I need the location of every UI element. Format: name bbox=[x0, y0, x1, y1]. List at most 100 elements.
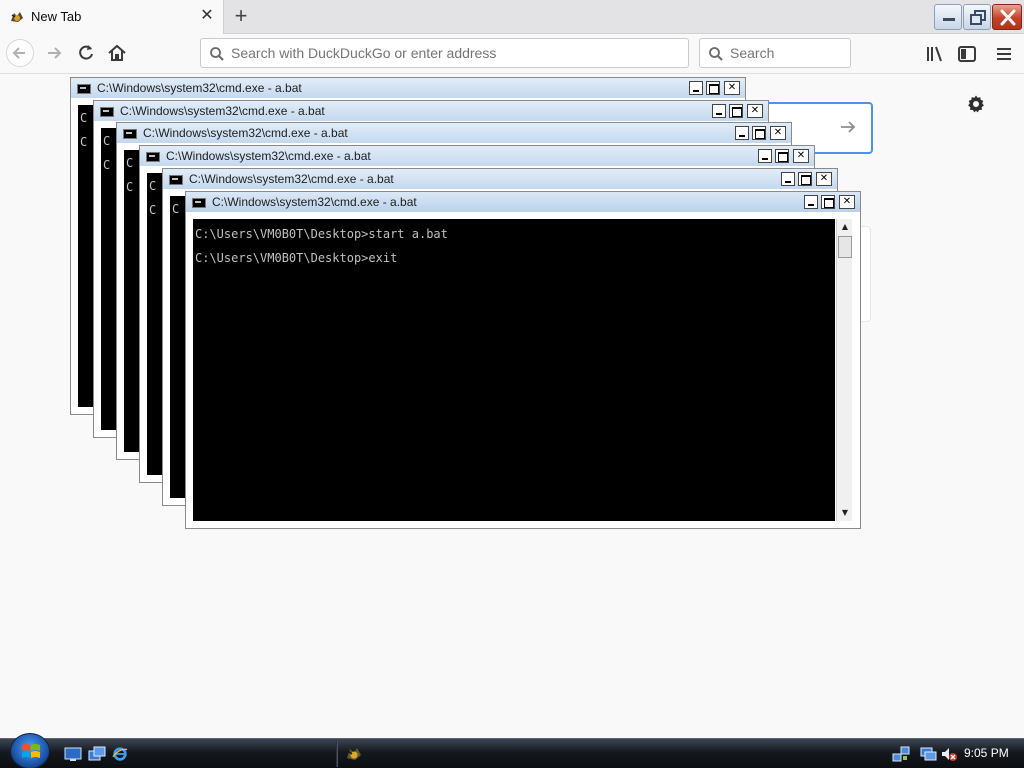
cmd-window-title: C:\Windows\system32\cmd.exe - a.bat bbox=[189, 172, 394, 186]
restore-icon bbox=[970, 10, 986, 25]
console-icon bbox=[146, 152, 160, 162]
console-line: C bbox=[126, 156, 134, 170]
system-clock[interactable]: 9:05 PM bbox=[964, 746, 1009, 760]
cmd-titlebar[interactable]: C:\Windows\system32\cmd.exe - a.bat ✕ bbox=[140, 146, 814, 166]
console-icon bbox=[100, 107, 114, 117]
console-line: C bbox=[80, 135, 88, 149]
close-icon bbox=[1000, 9, 1016, 26]
console-line: C bbox=[103, 134, 111, 148]
firefox-icon[interactable] bbox=[344, 744, 364, 764]
switch-windows-icon[interactable] bbox=[88, 746, 106, 762]
close-button[interactable]: ✕ bbox=[839, 195, 855, 209]
scroll-thumb[interactable] bbox=[838, 236, 852, 258]
arrow-left-icon bbox=[12, 47, 25, 59]
forward-button[interactable] bbox=[40, 39, 68, 67]
search-input[interactable] bbox=[730, 39, 845, 67]
cmd-titlebar[interactable]: C:\Windows\system32\cmd.exe - a.bat ✕ bbox=[163, 169, 837, 189]
window-minimize-button[interactable] bbox=[934, 4, 962, 30]
new-tab-button[interactable]: + bbox=[229, 4, 253, 28]
console-line: C:\Users\VM0B0T\Desktop>start a.bat bbox=[195, 227, 448, 241]
minimize-button[interactable] bbox=[781, 172, 795, 186]
sidebar-icon bbox=[958, 46, 976, 62]
reload-button[interactable] bbox=[72, 39, 100, 67]
tab-strip: New Tab ✕ + bbox=[0, 0, 1024, 34]
console-icon bbox=[192, 198, 206, 208]
sidebar-button[interactable] bbox=[956, 43, 978, 65]
reload-icon bbox=[79, 45, 93, 60]
maximize-button[interactable] bbox=[798, 172, 812, 186]
arrow-right-icon[interactable] bbox=[838, 117, 858, 137]
home-icon bbox=[108, 44, 126, 61]
taskbar-divider bbox=[336, 741, 338, 767]
maximize-button[interactable] bbox=[706, 81, 720, 95]
minimize-button[interactable] bbox=[712, 104, 726, 118]
scroll-down-arrow-icon[interactable]: ▼ bbox=[837, 505, 853, 521]
console-line: C:\Users\VM0B0T\Desktop>exit bbox=[195, 251, 398, 265]
console-scrollbar[interactable]: ▲ ▼ bbox=[836, 219, 852, 521]
console-line: C bbox=[149, 203, 157, 217]
cmd-titlebar[interactable]: C:\Windows\system32\cmd.exe - a.bat ✕ bbox=[94, 101, 768, 121]
maximize-button[interactable] bbox=[752, 126, 766, 140]
library-icon bbox=[927, 46, 942, 62]
console-icon bbox=[123, 129, 137, 139]
back-button[interactable] bbox=[6, 39, 34, 67]
tab-close-button[interactable]: ✕ bbox=[199, 7, 215, 25]
console-line: C bbox=[103, 158, 111, 172]
console-icon bbox=[169, 175, 183, 185]
arrow-right-icon bbox=[48, 47, 62, 59]
cmd-titlebar[interactable]: C:\Windows\system32\cmd.exe - a.bat ✕ bbox=[117, 123, 791, 143]
minimize-icon bbox=[943, 18, 955, 21]
console-line: C bbox=[80, 111, 88, 125]
minimize-button[interactable] bbox=[689, 81, 703, 95]
cmd-titlebar[interactable]: C:\Windows\system32\cmd.exe - a.bat ✕ bbox=[71, 78, 745, 98]
console-line: C bbox=[149, 179, 157, 193]
show-desktop-icon[interactable] bbox=[64, 746, 82, 762]
hamburger-menu-icon bbox=[997, 48, 1011, 60]
network-icon[interactable] bbox=[892, 745, 910, 763]
search-bar[interactable] bbox=[699, 38, 851, 68]
volume-muted-icon[interactable] bbox=[940, 746, 958, 762]
start-button[interactable] bbox=[10, 733, 50, 768]
tab-title: New Tab bbox=[31, 9, 82, 24]
address-input[interactable] bbox=[231, 39, 681, 67]
scroll-up-arrow-icon[interactable]: ▲ bbox=[837, 219, 853, 235]
console-output[interactable]: C:\Users\VM0B0T\Desktop>start a.bat C:\U… bbox=[193, 219, 835, 521]
minimize-button[interactable] bbox=[804, 195, 818, 209]
maximize-button[interactable] bbox=[821, 195, 835, 209]
maximize-button[interactable] bbox=[775, 149, 789, 163]
open-menu-button[interactable] bbox=[993, 43, 1015, 65]
cmd-window-title: C:\Windows\system32\cmd.exe - a.bat bbox=[166, 149, 371, 163]
tab-new-tab[interactable]: New Tab ✕ bbox=[0, 0, 224, 34]
minimize-button[interactable] bbox=[758, 149, 772, 163]
library-button[interactable] bbox=[924, 43, 946, 65]
console-line: C bbox=[172, 202, 180, 216]
close-button[interactable]: ✕ bbox=[793, 149, 809, 163]
internet-explorer-icon[interactable] bbox=[111, 746, 129, 762]
address-bar[interactable] bbox=[200, 38, 689, 68]
search-icon bbox=[709, 47, 723, 61]
close-button[interactable]: ✕ bbox=[770, 126, 786, 140]
taskbar: 9:05 PM bbox=[0, 733, 1024, 768]
home-button[interactable] bbox=[103, 39, 131, 67]
cmd-window-title: C:\Windows\system32\cmd.exe - a.bat bbox=[212, 195, 417, 209]
search-icon bbox=[210, 47, 224, 61]
firefox-favicon-icon bbox=[11, 12, 23, 22]
close-button[interactable]: ✕ bbox=[747, 104, 763, 118]
cmd-window-title: C:\Windows\system32\cmd.exe - a.bat bbox=[120, 104, 325, 118]
close-button[interactable]: ✕ bbox=[724, 81, 740, 95]
window-restore-button[interactable] bbox=[963, 4, 991, 30]
window-close-button[interactable] bbox=[992, 4, 1022, 30]
navigation-toolbar bbox=[0, 34, 1024, 74]
cmd-window-title: C:\Windows\system32\cmd.exe - a.bat bbox=[97, 81, 302, 95]
network-status-icon[interactable] bbox=[920, 746, 938, 762]
windows-start-icon bbox=[22, 744, 40, 758]
maximize-button[interactable] bbox=[729, 104, 743, 118]
cmd-window-title: C:\Windows\system32\cmd.exe - a.bat bbox=[143, 126, 348, 140]
console-icon bbox=[77, 84, 91, 94]
cmd-titlebar[interactable]: C:\Windows\system32\cmd.exe - a.bat ✕ bbox=[186, 192, 860, 212]
cmd-window-active[interactable]: C:\Windows\system32\cmd.exe - a.bat ✕ C:… bbox=[185, 191, 861, 529]
close-button[interactable]: ✕ bbox=[816, 172, 832, 186]
gear-icon[interactable] bbox=[966, 94, 986, 114]
console-line: C bbox=[126, 180, 134, 194]
minimize-button[interactable] bbox=[735, 126, 749, 140]
